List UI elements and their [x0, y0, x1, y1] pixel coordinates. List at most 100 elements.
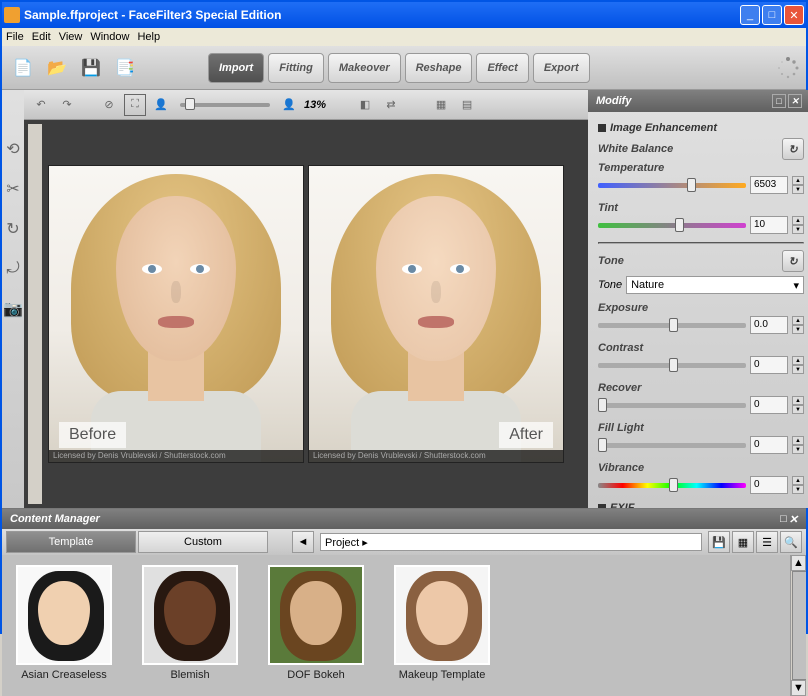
cm-back-icon[interactable]: ◄ [292, 531, 314, 553]
contrast-down[interactable]: ▼ [792, 365, 804, 374]
fill-light-handle[interactable] [598, 438, 607, 452]
temperature-up[interactable]: ▲ [792, 176, 804, 185]
exposure-handle[interactable] [669, 318, 678, 332]
exposure-down[interactable]: ▼ [792, 325, 804, 334]
cm-item-label: Makeup Template [399, 669, 486, 681]
camera-icon[interactable]: 📷 [2, 298, 24, 320]
contrast-up[interactable]: ▲ [792, 356, 804, 365]
maximize-button[interactable]: □ [762, 5, 782, 25]
contrast-value[interactable]: 0 [750, 356, 788, 374]
minimize-button[interactable]: _ [740, 5, 760, 25]
contrast-handle[interactable] [669, 358, 678, 372]
menu-help[interactable]: Help [137, 31, 160, 43]
recover-slider[interactable] [598, 403, 746, 408]
cm-expand-icon[interactable]: □ [780, 513, 787, 525]
tint-label: Tint [598, 202, 618, 214]
redo-icon[interactable]: ↷ [56, 94, 78, 116]
contrast-slider[interactable] [598, 363, 746, 368]
fill-light-slider[interactable] [598, 443, 746, 448]
tint-handle[interactable] [675, 218, 684, 232]
tone-reset-button[interactable]: ↻ [782, 250, 804, 272]
exposure-up[interactable]: ▲ [792, 316, 804, 325]
vibrance-slider[interactable] [598, 483, 746, 488]
menu-edit[interactable]: Edit [32, 31, 51, 43]
panel-close-icon[interactable]: ✕ [788, 94, 802, 108]
cm-breadcrumb[interactable]: Project ▸ [320, 533, 702, 551]
fill-light-up[interactable]: ▲ [792, 436, 804, 445]
fill-light-down[interactable]: ▼ [792, 445, 804, 454]
exposure-value[interactable]: 0.0 [750, 316, 788, 334]
save-icon[interactable]: 💾 [76, 55, 106, 81]
vibrance-up[interactable]: ▲ [792, 476, 804, 485]
fit-icon[interactable]: ⛶ [124, 94, 146, 116]
rotate-right-icon[interactable]: ↻ [2, 218, 24, 240]
grid-icon[interactable]: ▦ [430, 94, 452, 116]
tab-reshape[interactable]: Reshape [405, 53, 473, 83]
cm-scrollbar[interactable]: ▲ ▼ [790, 555, 806, 696]
cm-thumbnail [394, 565, 490, 665]
tone-select[interactable]: Nature▾ [626, 276, 804, 294]
cm-scroll-down-icon[interactable]: ▼ [791, 680, 806, 696]
zoom-slider[interactable] [180, 103, 270, 107]
temperature-slider[interactable] [598, 183, 746, 188]
tab-export[interactable]: Export [533, 53, 590, 83]
menu-view[interactable]: View [59, 31, 83, 43]
tint-down[interactable]: ▼ [792, 225, 804, 234]
vibrance-down[interactable]: ▼ [792, 485, 804, 494]
temperature-down[interactable]: ▼ [792, 185, 804, 194]
cm-item[interactable]: DOF Bokeh [268, 565, 364, 686]
zoom-in-icon[interactable]: 👤 [278, 94, 300, 116]
tint-up[interactable]: ▲ [792, 216, 804, 225]
tab-effect[interactable]: Effect [476, 53, 528, 83]
cm-tab-template[interactable]: Template [6, 531, 136, 553]
tint-slider[interactable] [598, 223, 746, 228]
cm-item[interactable]: Asian Creaseless [16, 565, 112, 686]
cm-item[interactable]: Makeup Template [394, 565, 490, 686]
flip-icon[interactable]: ⤾ [2, 258, 24, 280]
cm-tab-custom[interactable]: Custom [138, 531, 268, 553]
recover-handle[interactable] [598, 398, 607, 412]
zoom-out-icon[interactable]: 👤 [150, 94, 172, 116]
cm-scroll-thumb[interactable] [792, 571, 806, 680]
close-button[interactable]: ✕ [784, 5, 804, 25]
new-file-icon[interactable]: 📄 [8, 55, 38, 81]
cm-list-icon[interactable]: ☰ [756, 531, 778, 553]
panel-expand-icon[interactable]: □ [772, 94, 786, 108]
vibrance-handle[interactable] [669, 478, 678, 492]
cm-close-icon[interactable]: ✕ [789, 513, 798, 526]
crop-icon[interactable]: ✂ [2, 178, 24, 200]
white-balance-reset-button[interactable]: ↻ [782, 138, 804, 160]
tone-label: Tone [598, 255, 624, 267]
menu-file[interactable]: File [6, 31, 24, 43]
cm-item[interactable]: Blemish [142, 565, 238, 686]
tab-makeover[interactable]: Makeover [328, 53, 401, 83]
viewport-scrollbar[interactable] [28, 124, 42, 504]
tab-fitting[interactable]: Fitting [268, 53, 324, 83]
open-folder-icon[interactable]: 📂 [42, 55, 72, 81]
tab-import[interactable]: Import [208, 53, 264, 83]
split-view-icon[interactable]: ⇄ [380, 94, 402, 116]
fill-light-value[interactable]: 0 [750, 436, 788, 454]
zoom-slider-handle[interactable] [185, 98, 195, 110]
cm-save-icon[interactable]: 💾 [708, 531, 730, 553]
save-as-icon[interactable]: 📑 [110, 55, 140, 81]
single-view-icon[interactable]: ◧ [354, 94, 376, 116]
recover-value[interactable]: 0 [750, 396, 788, 414]
exposure-slider[interactable] [598, 323, 746, 328]
recover-up[interactable]: ▲ [792, 396, 804, 405]
rotate-left-icon[interactable]: ⟲ [2, 138, 24, 160]
cm-thumbnail [268, 565, 364, 665]
layers-icon[interactable]: ▤ [456, 94, 478, 116]
menu-window[interactable]: Window [90, 31, 129, 43]
no-icon[interactable]: ⊘ [98, 94, 120, 116]
temperature-value[interactable]: 6503 [750, 176, 788, 194]
cm-thumbnail [16, 565, 112, 665]
undo-icon[interactable]: ↶ [30, 94, 52, 116]
cm-grid-icon[interactable]: ▦ [732, 531, 754, 553]
tint-value[interactable]: 10 [750, 216, 788, 234]
temperature-handle[interactable] [687, 178, 696, 192]
vibrance-value[interactable]: 0 [750, 476, 788, 494]
cm-scroll-up-icon[interactable]: ▲ [791, 555, 806, 571]
cm-search-icon[interactable]: 🔍 [780, 531, 802, 553]
recover-down[interactable]: ▼ [792, 405, 804, 414]
